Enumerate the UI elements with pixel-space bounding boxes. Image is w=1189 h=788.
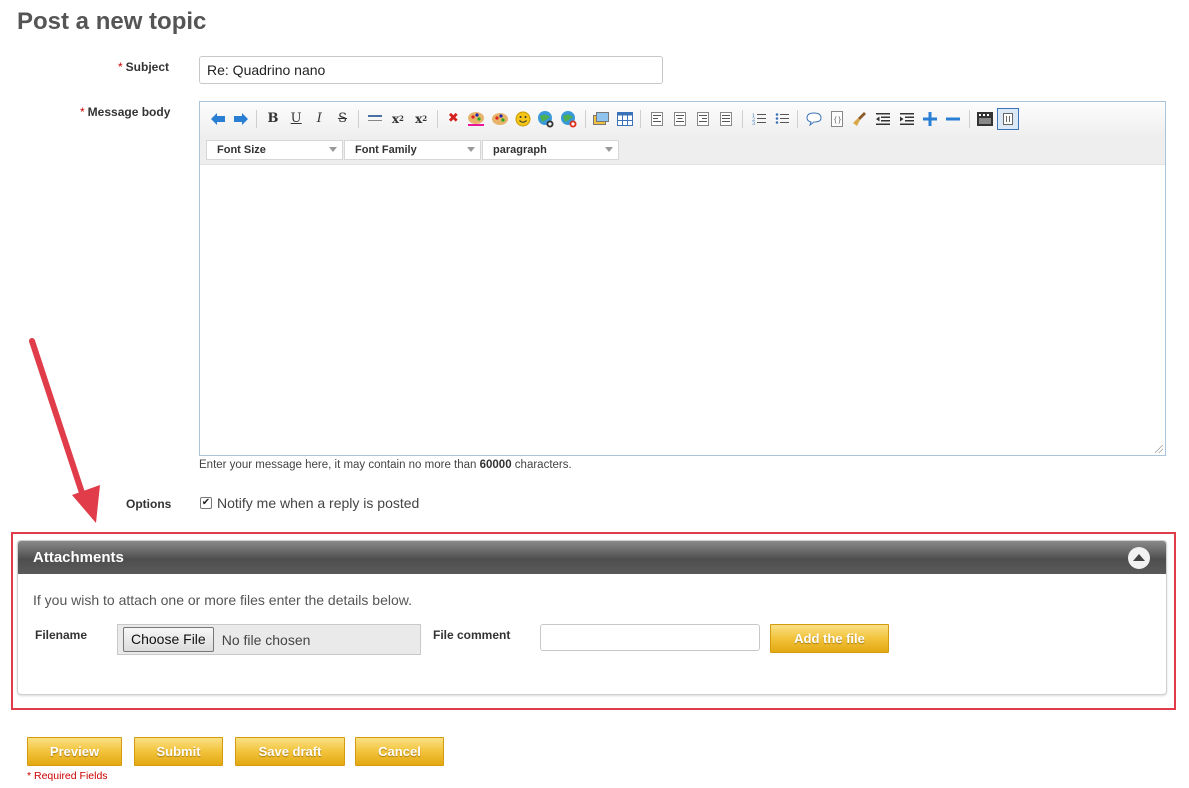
add-file-button[interactable]: Add the file: [770, 624, 889, 653]
svg-text:3: 3: [752, 121, 755, 126]
attachments-header: Attachments: [18, 541, 1166, 574]
editor-format-bar: Font Size Font Family paragraph: [200, 135, 1165, 165]
chevron-down-icon: [467, 146, 475, 152]
align-center-icon[interactable]: [669, 108, 691, 130]
submit-button[interactable]: Submit: [134, 737, 223, 766]
align-right-icon[interactable]: [692, 108, 714, 130]
save-draft-button[interactable]: Save draft: [235, 737, 345, 766]
align-left-icon[interactable]: [646, 108, 668, 130]
message-hint: Enter your message here, it may contain …: [199, 459, 572, 471]
filename-label: Filename: [35, 628, 88, 642]
redo-icon[interactable]: [230, 108, 252, 130]
svg-text:{}: {}: [833, 116, 842, 124]
file-comment-label: File comment: [433, 628, 511, 642]
toolbar-separator: [640, 109, 642, 128]
font-size-select[interactable]: Font Size: [206, 139, 343, 160]
toolbar-separator: [436, 109, 438, 128]
resize-handle-icon[interactable]: [1155, 445, 1163, 453]
toolbar-separator: [358, 109, 360, 128]
indent-icon[interactable]: [896, 108, 918, 130]
unlink-icon[interactable]: [558, 108, 580, 130]
file-comment-input[interactable]: [540, 624, 760, 651]
attachments-title: Attachments: [33, 549, 124, 566]
annotation-arrow: [29, 338, 100, 523]
no-file-text: No file chosen: [221, 631, 311, 648]
font-family-select[interactable]: Font Family: [344, 139, 481, 160]
justify-icon[interactable]: [715, 108, 737, 130]
attachments-panel: Attachments If you wish to attach one or…: [17, 540, 1167, 695]
horizontal-rule-icon[interactable]: [364, 108, 386, 130]
unordered-list-icon[interactable]: [771, 108, 793, 130]
insert-link-icon[interactable]: [535, 108, 557, 130]
quote-icon[interactable]: [803, 108, 825, 130]
rich-text-editor: B U I S x2 x2 ✖ 123 {} Font Size Font Fa…: [199, 101, 1166, 456]
cancel-button[interactable]: Cancel: [355, 737, 444, 766]
zoom-in-icon[interactable]: [919, 108, 941, 130]
notify-label: Notify me when a reply is posted: [217, 495, 420, 511]
required-marker: *: [80, 105, 85, 119]
message-body-label: * Message body: [80, 105, 171, 119]
code-icon[interactable]: {}: [826, 108, 848, 130]
toolbar-separator: [584, 109, 586, 128]
notify-checkbox[interactable]: ✔: [200, 497, 212, 509]
options-label: Options: [126, 497, 172, 511]
remove-format-icon[interactable]: ✖: [442, 108, 464, 130]
required-fields-note: * Required Fields: [27, 770, 108, 782]
text-color-icon[interactable]: [465, 108, 487, 130]
emoticon-icon[interactable]: [512, 108, 534, 130]
file-chooser: Choose File No file chosen: [117, 624, 421, 655]
underline-icon[interactable]: U: [285, 108, 307, 130]
preview-button[interactable]: Preview: [27, 737, 122, 766]
strikethrough-icon[interactable]: S: [332, 108, 354, 130]
subject-label: * Subject: [118, 60, 170, 74]
insert-image-icon[interactable]: [590, 108, 612, 130]
page-title: Post a new topic: [17, 8, 207, 35]
superscript-icon[interactable]: x2: [387, 108, 409, 130]
subscript-icon[interactable]: x2: [410, 108, 432, 130]
background-color-icon[interactable]: [489, 108, 511, 130]
media-icon[interactable]: [974, 108, 996, 130]
toolbar-separator: [741, 109, 743, 128]
ordered-list-icon[interactable]: 123: [748, 108, 770, 130]
bold-icon[interactable]: B: [262, 108, 284, 130]
toolbar-separator: [968, 109, 970, 128]
insert-table-icon[interactable]: [614, 108, 636, 130]
toolbar-separator: [256, 109, 258, 128]
message-textarea[interactable]: [200, 166, 1165, 455]
format-select[interactable]: paragraph: [482, 139, 619, 160]
cleanup-icon[interactable]: [849, 108, 871, 130]
chevron-down-icon: [605, 146, 613, 152]
required-marker: *: [118, 60, 123, 74]
editor-toolbar: B U I S x2 x2 ✖ 123 {}: [200, 102, 1165, 135]
zoom-out-icon[interactable]: [942, 108, 964, 130]
undo-icon[interactable]: [207, 108, 229, 130]
html-source-icon[interactable]: [997, 107, 1020, 130]
italic-icon[interactable]: I: [308, 108, 330, 130]
outdent-icon[interactable]: [872, 108, 894, 130]
choose-file-button[interactable]: Choose File: [123, 627, 214, 652]
chevron-down-icon: [329, 146, 337, 152]
collapse-icon[interactable]: [1128, 547, 1150, 569]
toolbar-separator: [797, 109, 799, 128]
subject-input[interactable]: Re: Quadrino nano: [199, 56, 663, 84]
attachments-info: If you wish to attach one or more files …: [33, 592, 412, 608]
